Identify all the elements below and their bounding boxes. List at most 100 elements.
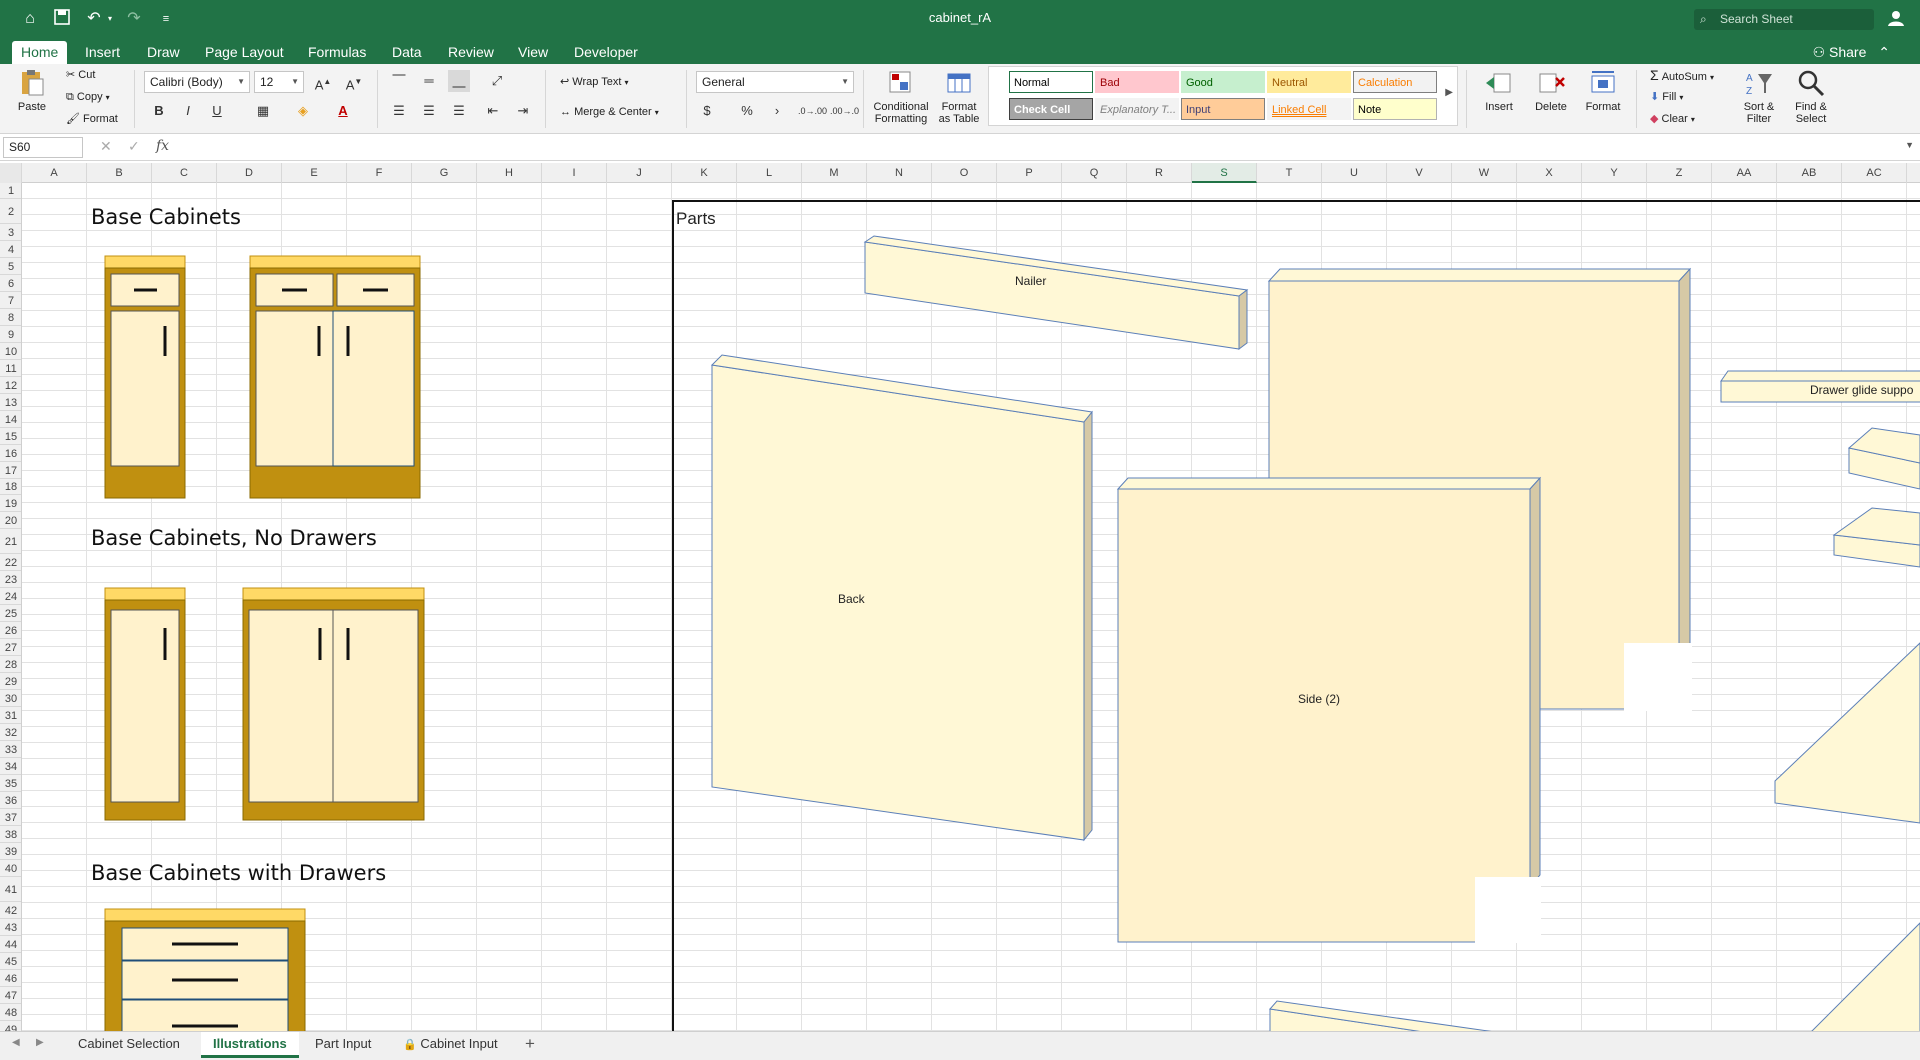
prev-sheet-icon[interactable]: ◀ <box>12 1037 20 1048</box>
autosum-button[interactable]: Σ AutoSum ▾ <box>1650 66 1714 84</box>
row-header[interactable]: 29 <box>0 674 21 691</box>
column-header[interactable]: O <box>932 163 997 183</box>
select-all-corner[interactable] <box>0 163 22 183</box>
row-header[interactable]: 9 <box>0 327 21 343</box>
row-header[interactable]: 41 <box>0 878 21 902</box>
increase-font-size-button[interactable]: A▲ <box>312 71 334 93</box>
column-header[interactable]: X <box>1517 163 1582 183</box>
comma-style-button[interactable]: › <box>766 100 788 122</box>
row-header[interactable]: 16 <box>0 446 21 462</box>
expand-formula-bar-icon[interactable]: ▼ <box>1905 140 1914 150</box>
sheet-tab-illustrations[interactable]: Illustrations <box>201 1032 299 1058</box>
row-header[interactable]: 22 <box>0 555 21 572</box>
confirm-icon[interactable]: ✓ <box>128 138 140 155</box>
column-header[interactable]: J <box>607 163 672 183</box>
row-header[interactable]: 43 <box>0 920 21 936</box>
row-header[interactable]: 35 <box>0 776 21 792</box>
tab-insert[interactable]: Insert <box>76 41 129 64</box>
find-select-button[interactable]: Find & Select <box>1784 68 1838 125</box>
column-header[interactable]: F <box>347 163 412 183</box>
italic-button[interactable]: I <box>177 100 199 122</box>
insert-cells-button[interactable]: Insert <box>1476 68 1522 113</box>
row-header[interactable]: 31 <box>0 708 21 725</box>
sort-filter-button[interactable]: AZ Sort & Filter <box>1734 68 1784 125</box>
tab-data[interactable]: Data <box>383 41 431 64</box>
row-header[interactable]: 38 <box>0 827 21 843</box>
font-size-select[interactable]: 12 ▼ <box>254 71 304 93</box>
save-icon[interactable] <box>52 9 72 29</box>
row-header[interactable]: 47 <box>0 988 21 1004</box>
borders-button[interactable]: ▦ <box>252 100 274 122</box>
row-header[interactable]: 39 <box>0 844 21 860</box>
row-header[interactable]: 27 <box>0 640 21 657</box>
format-as-table-button[interactable]: Format as Table <box>934 68 984 125</box>
row-header[interactable]: 32 <box>0 725 21 742</box>
column-header[interactable]: D <box>217 163 282 183</box>
customize-toolbar-icon[interactable]: ≡ <box>156 9 176 29</box>
share-button[interactable]: ⚇ Share ⌃ <box>1813 41 1890 63</box>
wrap-text-button[interactable]: ↩ Wrap Text ▾ <box>560 73 628 91</box>
align-right-button[interactable]: ☰ <box>448 100 470 122</box>
cut-button[interactable]: ✂ Cut <box>66 66 95 84</box>
sheet-tab-cabinet-input[interactable]: 🔒 Cabinet Input <box>391 1032 510 1058</box>
orientation-button[interactable]: ⤢ <box>486 70 508 92</box>
tab-review[interactable]: Review <box>439 41 503 64</box>
row-header[interactable]: 30 <box>0 691 21 708</box>
row-header[interactable]: 25 <box>0 606 21 623</box>
row-header[interactable]: 12 <box>0 378 21 394</box>
font-name-select[interactable]: Calibri (Body) ▼ <box>144 71 250 93</box>
row-header[interactable]: 7 <box>0 293 21 309</box>
cabinet-double-drawer[interactable] <box>249 255 421 499</box>
clear-button[interactable]: ◆ Clear ▾ <box>1650 110 1695 128</box>
column-header[interactable]: A <box>22 163 87 183</box>
underline-button[interactable]: U <box>206 100 228 122</box>
currency-button[interactable]: $ <box>696 100 718 122</box>
column-header[interactable]: L <box>737 163 802 183</box>
row-header[interactable]: 36 <box>0 793 21 809</box>
style-linked-cell[interactable]: Linked Cell <box>1267 98 1351 120</box>
row-header[interactable]: 10 <box>0 344 21 360</box>
cabinet-single-drawer[interactable] <box>104 255 186 499</box>
row-header[interactable]: 18 <box>0 479 21 496</box>
search-sheet-input[interactable]: ⌕ Search Sheet <box>1694 9 1874 30</box>
name-box[interactable]: S60 <box>3 137 83 158</box>
row-header[interactable]: 20 <box>0 513 21 530</box>
row-header[interactable]: 34 <box>0 759 21 775</box>
column-header[interactable]: K <box>672 163 737 183</box>
collapse-ribbon-icon[interactable]: ⌃ <box>1878 44 1890 60</box>
row-header[interactable]: 24 <box>0 589 21 606</box>
home-icon[interactable]: ⌂ <box>20 9 40 29</box>
row-header[interactable]: 40 <box>0 861 21 877</box>
column-header[interactable]: AB <box>1777 163 1842 183</box>
row-header[interactable]: 21 <box>0 530 21 555</box>
align-top-button[interactable]: ⎺ <box>388 70 410 92</box>
redo-icon[interactable]: ↷ <box>124 9 144 29</box>
tab-page-layout[interactable]: Page Layout <box>196 41 293 64</box>
row-header[interactable]: 49 <box>0 1022 21 1031</box>
column-header[interactable]: G <box>412 163 477 183</box>
style-neutral[interactable]: Neutral <box>1267 71 1351 93</box>
align-left-button[interactable]: ☰ <box>388 100 410 122</box>
row-header[interactable]: 19 <box>0 496 21 513</box>
style-bad[interactable]: Bad <box>1095 71 1179 93</box>
row-header[interactable]: 46 <box>0 971 21 987</box>
row-header[interactable]: 45 <box>0 954 21 970</box>
column-header[interactable]: P <box>997 163 1062 183</box>
cabinet-double-no-drawer[interactable] <box>242 587 425 821</box>
format-painter-button[interactable]: 🖌 Format <box>66 110 118 128</box>
row-header[interactable]: 44 <box>0 937 21 953</box>
font-color-button[interactable]: A <box>332 100 354 122</box>
decrease-decimal-button[interactable]: .00→.0 <box>830 100 859 122</box>
row-header[interactable]: 14 <box>0 412 21 428</box>
row-header[interactable]: 13 <box>0 395 21 411</box>
decrease-font-size-button[interactable]: A▼ <box>343 71 365 93</box>
style-check-cell[interactable]: Check Cell <box>1009 98 1093 120</box>
column-header[interactable]: T <box>1257 163 1322 183</box>
bold-button[interactable]: B <box>148 100 170 122</box>
decrease-indent-button[interactable]: ⇤ <box>482 100 504 122</box>
tab-developer[interactable]: Developer <box>565 41 647 64</box>
increase-indent-button[interactable]: ⇥ <box>512 100 534 122</box>
align-middle-button[interactable]: ═ <box>418 70 440 92</box>
tab-view[interactable]: View <box>509 41 557 64</box>
column-header[interactable]: C <box>152 163 217 183</box>
